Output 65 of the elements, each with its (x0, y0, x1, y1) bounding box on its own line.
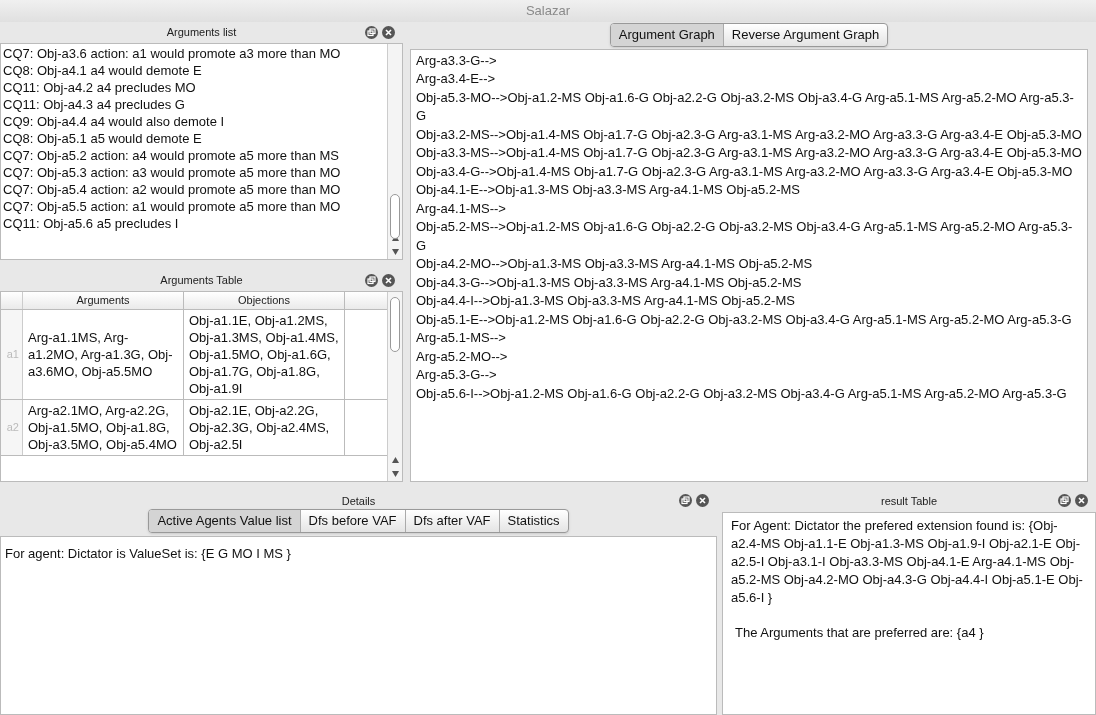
scroll-down-icon[interactable] (391, 248, 399, 255)
tab[interactable]: Active Agents Value list (149, 510, 300, 532)
close-icon[interactable] (382, 273, 395, 287)
panel-title: Arguments Table (160, 273, 243, 288)
result-text: For Agent: Dictator the prefered extension found is: {Obj-a2.4-MS Obj-a1.1-E Obj-a1.3-MS Obj-a1.9-I Obj-a2.1-E Obj-a2.5-I Obj-a3.1-I Obj-a3.3-MS Obj-a4.1-E Arg-a4.1-MS Obj-a5.2-MS Obj-a4.2-MO Obj-a4.3-G Obj-a4.4-I Obj-a5.1-E Obj-a5.6-I } (731, 517, 1084, 607)
table-cell-text: Obj-a2.1E, Obj-a2.2G, Obj-a2.3G, Obj-a2.4MS, Obj-a2.5I (189, 402, 331, 453)
graph-line: Obj-a4.1-E-->Obj-a1.3-MS Obj-a3.3-MS Arg-a4.1-MS Obj-a5.2-MS (416, 181, 801, 199)
graph-line: Obj-a3.2-MS-->Obj-a1.4-MS Obj-a1.7-G Obj-a2.3-G Arg-a3.1-MS Arg-a3.2-MO Arg-a3.3-G Arg-a3.4-E Obj-a5.3-MO (416, 125, 1082, 144)
graph-line: Arg-a5.1-MS--> (416, 329, 507, 347)
list-item[interactable]: CQ9: Obj-a4.4 a4 would also demote I (1, 113, 387, 131)
scrollbar[interactable] (387, 292, 402, 481)
tab[interactable]: Argument Graph (610, 24, 723, 46)
table-cell: Obj-a1.1E, Obj-a1.2MS, Obj-a1.3MS, Obj-a1.4MS, Obj-a1.5MO, Obj-a1.6G, Obj-a1.7G, Obj-a1.8G, Obj-a1.9I (189, 312, 339, 397)
graph-line: Obj-a5.3-MO-->Obj-a1.2-MS Obj-a1.6-G Obj-a2.2-G Obj-a3.2-MS Obj-a3.4-G Arg-a5.1-MS Arg-a5.2-MO Arg-a5.3-G (416, 88, 1075, 125)
panel-title: Details (341, 493, 376, 509)
graph-line: Arg-a3.4-E--> (416, 70, 497, 88)
table-cell-text: Arg-a1.1MS, Arg-a1.2MO, Arg-a1.3G, Obj-a3.6MO, Obj-a5.5MO (28, 329, 174, 380)
scrollbar[interactable] (387, 44, 402, 259)
graph-line: Obj-a5.1-E-->Obj-a1.2-MS Obj-a1.6-G Obj-a2.2-G Obj-a3.2-MS Obj-a3.4-G Arg-a5.1-MS Arg-a5.2-MO Arg-a5.3-G (416, 310, 1073, 329)
value-set-text: For agent: Dictator is ValueSet is: {E G MO I MS } (5, 545, 291, 561)
scrollbar-thumb[interactable] (390, 194, 400, 240)
list-item[interactable]: CQ7: Obj-a5.5 action: a1 would promote a5 more than MO (1, 198, 387, 216)
table-cell: Arg-a2.1MO, Arg-a2.2G, Obj-a1.5MO, Obj-a1.8G, Obj-a3.5MO, Obj-a5.4MO (28, 402, 178, 453)
row-header: a2 (6, 420, 19, 436)
close-icon[interactable] (382, 26, 395, 39)
close-icon[interactable] (1075, 494, 1088, 507)
row-header: a1 (6, 347, 19, 363)
graph-line: Arg-a4.1-MS--> (416, 199, 507, 218)
window-title: Salazar (525, 2, 571, 21)
tab[interactable]: Dfs before VAF (299, 510, 405, 532)
restore-icon[interactable] (679, 494, 692, 507)
scrollbar-thumb[interactable] (390, 297, 400, 352)
restore-icon[interactable] (365, 273, 378, 287)
list-item[interactable]: CQ7: Obj-a5.3 action: a3 would promote a5 more than MO (1, 164, 387, 182)
scroll-down-icon[interactable] (391, 471, 399, 477)
list-item[interactable]: CQ7: Obj-a5.4 action: a2 would promote a5 more than MO (1, 181, 387, 199)
list-item[interactable]: CQ7: Obj-a3.6 action: a1 would promote a3 more than MO (1, 45, 387, 63)
restore-icon[interactable] (365, 26, 378, 39)
list-item[interactable]: CQ8: Obj-a4.1 a4 would demote E (1, 62, 387, 80)
panel-title: Arguments list (166, 25, 237, 41)
list-item[interactable]: CQ11: Obj-a4.2 a4 precludes MO (1, 79, 387, 97)
tab[interactable]: Dfs after VAF (404, 510, 499, 532)
graph-line: Obj-a5.6-I-->Obj-a1.2-MS Obj-a1.6-G Obj-a2.2-G Obj-a3.2-MS Obj-a3.4-G Arg-a5.1-MS Arg-a5.2-MO Arg-a5.3-G (416, 384, 1068, 403)
graph-line: Arg-a3.3-G--> (416, 51, 498, 70)
list-item[interactable]: CQ8: Obj-a5.1 a5 would demote E (1, 130, 387, 148)
list-item[interactable]: CQ11: Obj-a5.6 a5 precludes I (1, 215, 387, 233)
graph-line: Arg-a5.2-MO--> (416, 347, 509, 366)
graph-line: Obj-a4.4-I-->Obj-a1.3-MS Obj-a3.3-MS Arg-a4.1-MS Obj-a5.2-MS (416, 292, 796, 310)
graph-line: Arg-a5.3-G--> (416, 366, 498, 384)
graph-line: Obj-a3.4-G-->Obj-a1.4-MS Obj-a1.7-G Obj-a2.3-G Arg-a3.1-MS Arg-a3.2-MO Arg-a3.3-G Arg-a3.4-E Obj-a5.3-MO (416, 162, 1074, 181)
list-item[interactable]: CQ7: Obj-a5.2 action: a4 would promote a5 more than MS (1, 147, 387, 165)
graph-line: Obj-a4.3-G-->Obj-a1.3-MS Obj-a3.3-MS Arg-a4.1-MS Obj-a5.2-MS (416, 273, 803, 292)
restore-icon[interactable] (1058, 494, 1071, 507)
column-header[interactable]: Arguments (23, 292, 184, 309)
tab[interactable]: Statistics (498, 510, 568, 532)
graph-line: Obj-a4.2-MO-->Obj-a1.3-MS Obj-a3.3-MS Arg-a4.1-MS Obj-a5.2-MS (416, 255, 814, 273)
scroll-up-icon[interactable] (391, 457, 399, 463)
graph-line: Obj-a5.2-MS-->Obj-a1.2-MS Obj-a1.6-G Obj-a2.2-G Obj-a3.2-MS Obj-a3.4-G Arg-a5.1-MS Arg-a5.2-MO Arg-a5.3-G (416, 218, 1074, 255)
column-header[interactable]: Objections (184, 292, 345, 309)
list-item[interactable]: CQ11: Obj-a4.3 a4 precludes G (1, 96, 387, 114)
close-icon[interactable] (696, 494, 709, 507)
graph-line: Obj-a3.3-MS-->Obj-a1.4-MS Obj-a1.7-G Obj-a2.3-G Arg-a3.1-MS Arg-a3.2-MO Arg-a3.3-G Arg-a3.4-E Obj-a5.3-MO (416, 144, 1082, 162)
panel-title: result Table (880, 493, 938, 509)
tab[interactable]: Reverse Argument Graph (722, 24, 888, 46)
result-text: The Arguments that are preferred are: {a4 } (734, 624, 985, 642)
